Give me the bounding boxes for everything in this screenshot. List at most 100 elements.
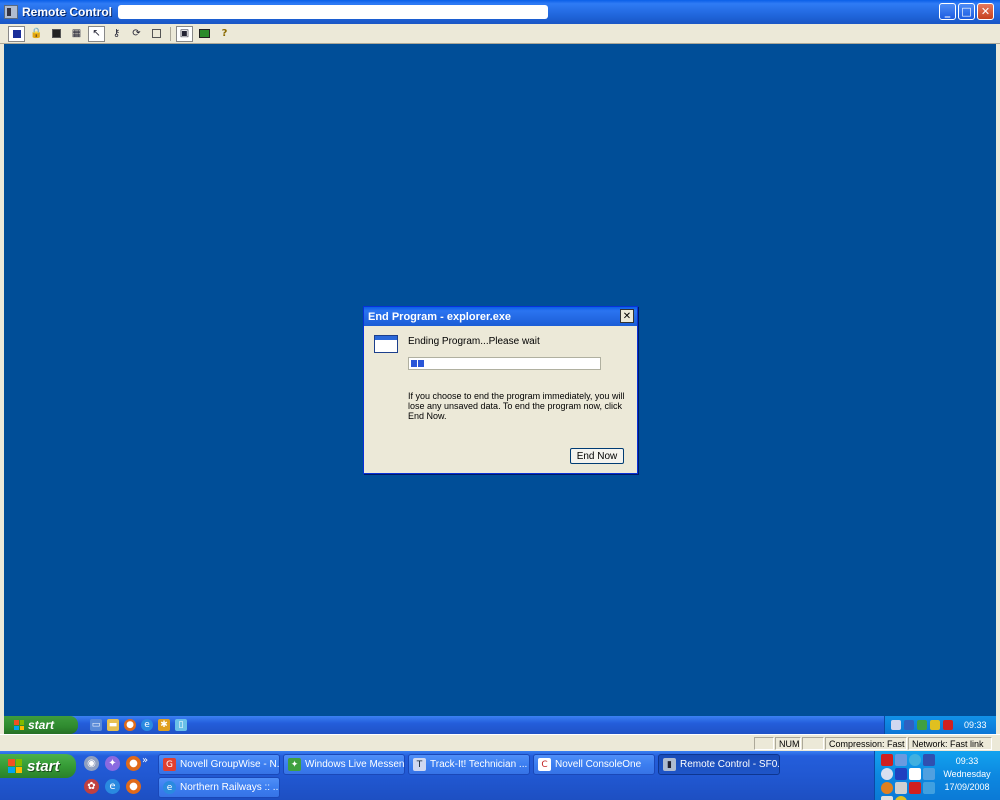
messenger-icon: ✦ [288,758,301,771]
remote-control-icon [4,5,18,19]
remote-control-icon: ▮ [663,758,676,771]
end-now-button[interactable]: End Now [570,448,624,464]
task-label: Remote Control - SF0... [680,759,780,770]
recycle-icon[interactable]: ▯ [175,719,187,731]
folder-icon[interactable]: ▬ [107,719,119,731]
console-tray-icon[interactable] [909,768,921,780]
novell-tray-icon[interactable] [909,782,921,794]
progress-bar [408,357,601,370]
show-desktop-icon[interactable]: ▭ [90,719,102,731]
status-blank-2 [802,737,824,750]
security-tray-icon[interactable] [917,720,927,730]
quick-launch-row-1: ◉ ✦ ● [84,756,141,771]
status-compression: Compression: Fast [825,737,907,750]
antivirus-tray-icon[interactable] [881,782,893,794]
network-tray-icon[interactable] [895,754,907,766]
dialog-close-button[interactable]: ✕ [620,309,634,323]
app-icon[interactable]: ✱ [158,719,170,731]
taskbar-item-northern-railways[interactable]: e Northern Railways :: ... [158,777,280,798]
globe-tray-icon[interactable] [909,754,921,766]
system-tray: 09:33 Wednesday 17/09/2008 [874,751,1000,800]
remote-start-button[interactable]: start [4,716,78,734]
trackit-icon: T [413,758,426,771]
internet-explorer-icon[interactable]: e [141,719,153,731]
refresh-icon[interactable]: ⟳ [128,26,145,42]
remote-start-label: start [28,718,55,732]
taskbar-item-remote-control[interactable]: ▮ Remote Control - SF0... [658,754,780,775]
sync-tray-icon[interactable] [923,782,935,794]
lock-icon[interactable]: 🔒 [28,26,45,42]
update-tray-icon[interactable] [930,720,940,730]
quick-launch-chevron[interactable]: » [142,755,148,766]
printer-tray-icon[interactable] [895,782,907,794]
progress-block [411,360,417,367]
volume-tray-icon[interactable] [881,796,893,800]
novell-tray-icon[interactable] [943,720,953,730]
progress-block [418,360,424,367]
clock-time: 09:33 [955,756,979,766]
toolbar-separator [170,26,171,41]
taskbar-clock[interactable]: 09:33 Wednesday 17/09/2008 [940,755,994,794]
ati-tray-icon[interactable] [881,754,893,766]
network-tray-icon[interactable] [891,720,901,730]
remote-system-tray: 09:33 [884,716,996,734]
redacted-title-area [118,5,548,19]
quick-launch-row-2: ✿ e ● [84,779,141,794]
taskbar-item-groupwise[interactable]: G Novell GroupWise - N... [158,754,280,775]
back-tray-icon[interactable] [881,768,893,780]
start-button[interactable]: start [0,754,76,778]
firefox-icon[interactable]: ● [124,719,136,731]
taskbar-item-consoleone[interactable]: C Novell ConsoleOne [533,754,655,775]
status-blank-1 [754,737,774,750]
firefox-icon[interactable]: ● [126,779,141,794]
remote-quick-launch: ▭ ▬ ● e ✱ ▯ [90,719,187,731]
minimize-button[interactable]: _ [939,3,956,20]
window-title: Remote Control [22,5,112,19]
clock-date: 17/09/2008 [944,782,990,792]
key-icon[interactable]: ⚷ [108,26,125,42]
full-control-icon[interactable] [8,25,25,42]
program-window-icon [374,335,398,353]
tray-icons [881,754,939,800]
window-title-bar[interactable]: Remote Control _ □ ✕ [0,0,1000,24]
progress-fill [411,360,424,367]
status-network: Network: Fast link [908,737,992,750]
remote-clock[interactable]: 09:33 [964,720,987,730]
remote-taskbar: start ▭ ▬ ● e ✱ ▯ 09:33 [4,716,996,734]
consoleone-icon: C [538,758,551,771]
task-label: Track-It! Technician ... [430,759,528,770]
display-tray-icon[interactable] [923,768,935,780]
task-label: Novell GroupWise - N... [180,759,280,770]
messenger-icon[interactable]: ✦ [105,756,120,771]
clock-day: Wednesday [943,769,991,779]
help-icon[interactable]: ? [216,26,233,42]
network-icon[interactable]: ◉ [84,756,99,771]
firefox-icon[interactable]: ● [126,756,141,771]
bluetooth-tray-icon[interactable] [895,768,907,780]
security-tray-icon[interactable] [895,796,907,800]
groupwise-icon: G [163,758,176,771]
blank-screen-icon[interactable] [48,26,65,42]
windows-logo-icon [14,720,24,730]
taskbar-item-messenger[interactable]: ✦ Windows Live Messen... [283,754,405,775]
dialog-warning: If you choose to end the program immedia… [408,391,625,421]
window-controls: _ □ ✕ [939,3,994,20]
window-icon[interactable] [148,26,165,42]
shield-tray-icon[interactable] [904,720,914,730]
task-label: Windows Live Messen... [305,759,405,770]
windows-logo-icon [8,759,22,773]
dialog-title[interactable]: End Program - explorer.exe [364,307,637,326]
status-bar: NUM Compression: Fast Network: Fast link [0,734,1000,751]
end-program-dialog: End Program - explorer.exe ✕ Ending Prog… [363,306,638,474]
monitor-icon[interactable] [196,26,213,42]
maximize-button[interactable]: □ [958,3,975,20]
pointer-icon[interactable]: ↖ [88,25,105,42]
task-label: Novell ConsoleOne [555,759,642,770]
close-button[interactable]: ✕ [977,3,994,20]
internet-explorer-icon[interactable]: e [105,779,120,794]
app-launcher-icon[interactable]: ✿ [84,779,99,794]
taskbar-item-trackit[interactable]: T Track-It! Technician ... [408,754,530,775]
shield-tray-icon[interactable] [923,754,935,766]
tile-windows-icon[interactable]: ▦ [68,26,85,42]
screen-capture-icon[interactable]: ▣ [176,25,193,42]
